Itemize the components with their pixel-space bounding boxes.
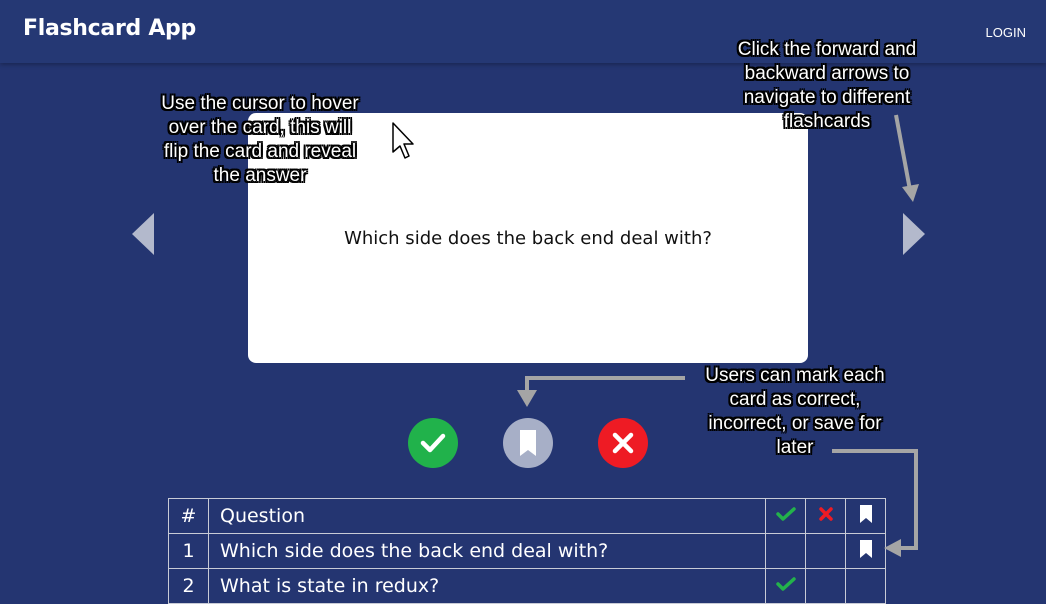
- column-header-saved: [845, 498, 886, 534]
- x-icon: [818, 507, 833, 521]
- annotation-line: flip the card and reveal: [163, 141, 357, 162]
- bookmark-icon: [859, 539, 872, 558]
- check-icon: [420, 433, 446, 453]
- row-incorrect-cell: [805, 568, 846, 604]
- row-correct-cell: [765, 568, 806, 604]
- column-header-number: #: [168, 498, 209, 534]
- table-row[interactable]: 1 Which side does the back end deal with…: [168, 533, 886, 569]
- row-question: Which side does the back end deal with?: [208, 533, 766, 569]
- next-card-button[interactable]: [902, 212, 926, 260]
- check-icon: [775, 507, 796, 521]
- progress-table: # Question 1 Which side does the back en…: [168, 498, 886, 604]
- annotation-line: incorrect, or save for: [708, 413, 882, 434]
- login-link[interactable]: LOGIN: [986, 25, 1026, 40]
- row-saved-cell: [845, 568, 886, 604]
- mark-incorrect-button[interactable]: [598, 418, 648, 468]
- annotation-line: the answer: [213, 165, 307, 186]
- column-header-question: Question: [208, 498, 766, 534]
- save-for-later-button[interactable]: [503, 418, 553, 468]
- triangle-right-icon: [903, 213, 925, 255]
- annotation-line: later: [776, 437, 814, 458]
- flashcard-question: Which side does the back end deal with?: [344, 228, 712, 249]
- row-number: 2: [168, 568, 209, 604]
- annotation-mark-instructions: Users can mark each card as correct, inc…: [680, 364, 910, 460]
- row-saved-cell: [845, 533, 886, 569]
- annotation-line: navigate to different: [743, 87, 911, 108]
- annotation-navigation-instructions: Click the forward and backward arrows to…: [712, 38, 942, 134]
- annotation-line: Click the forward and: [737, 39, 917, 60]
- x-icon: [612, 432, 634, 454]
- bookmark-icon: [520, 430, 536, 456]
- previous-card-button[interactable]: [131, 212, 155, 260]
- table-row[interactable]: 2 What is state in redux?: [168, 568, 886, 604]
- row-number: 1: [168, 533, 209, 569]
- annotation-arrow-save: [517, 376, 685, 407]
- bookmark-icon: [859, 504, 872, 523]
- column-header-correct: [765, 498, 806, 534]
- annotation-line: backward arrows to: [744, 63, 910, 84]
- annotation-line: Use the cursor to hover: [161, 93, 359, 114]
- mark-correct-button[interactable]: [408, 418, 458, 468]
- annotation-line: flashcards: [783, 111, 871, 132]
- annotation-line: card as correct,: [729, 389, 861, 410]
- triangle-left-icon: [132, 213, 154, 255]
- column-header-incorrect: [805, 498, 846, 534]
- check-icon: [775, 577, 796, 591]
- row-question: What is state in redux?: [208, 568, 766, 604]
- row-incorrect-cell: [805, 533, 846, 569]
- row-correct-cell: [765, 533, 806, 569]
- app-title: Flashcard App: [23, 16, 196, 41]
- annotation-line: Users can mark each: [705, 365, 885, 386]
- table-header-row: # Question: [168, 498, 886, 534]
- annotation-line: over the card, this will: [168, 117, 352, 138]
- annotation-hover-instructions: Use the cursor to hover over the card, t…: [140, 92, 380, 188]
